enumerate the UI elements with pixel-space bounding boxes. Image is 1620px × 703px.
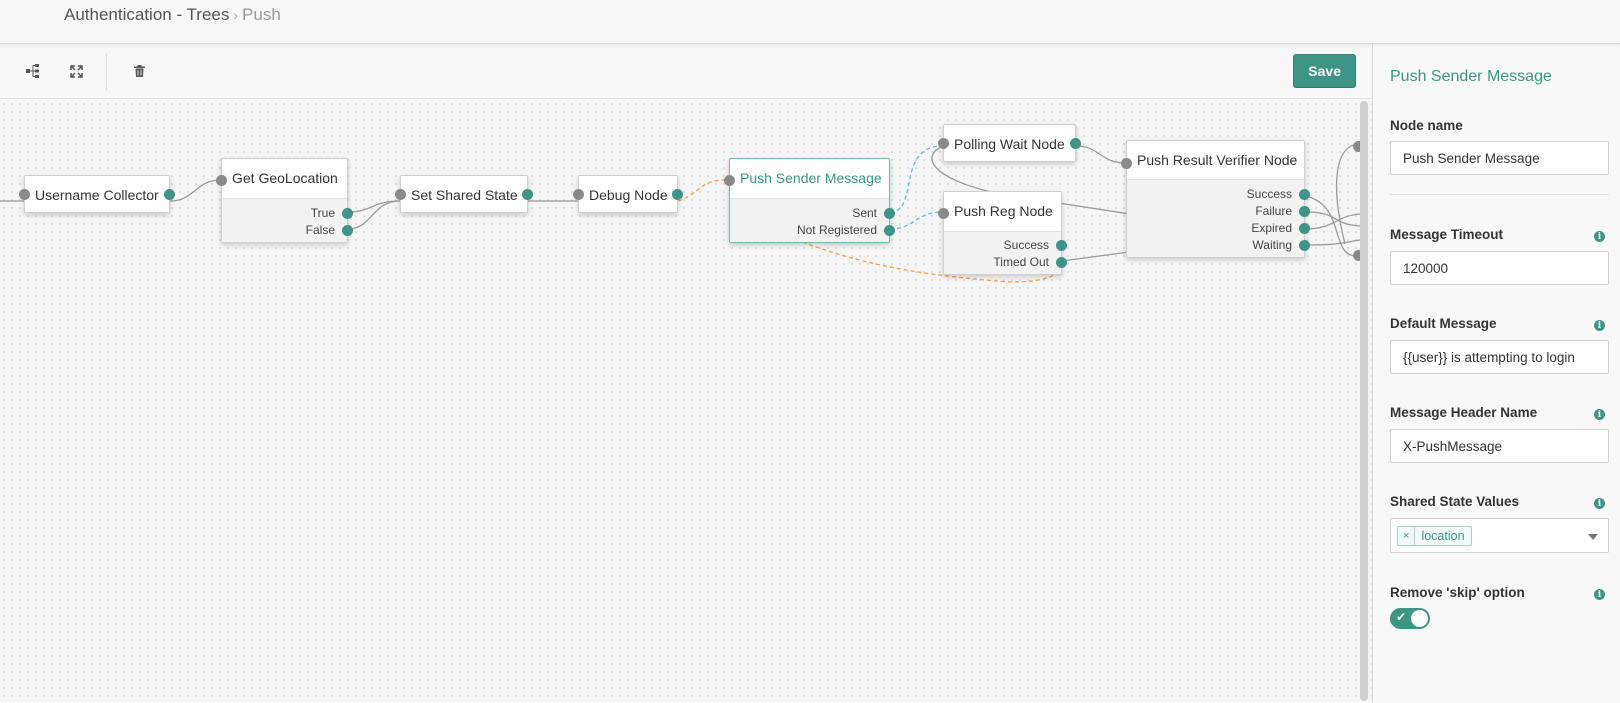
info-icon[interactable]: i (1594, 231, 1605, 242)
input-port[interactable] (1121, 158, 1132, 169)
edge-offscreen-1 (1336, 143, 1361, 245)
message-timeout-label: Message Timeout (1390, 227, 1504, 242)
output-port[interactable] (672, 189, 683, 200)
output-port-waiting[interactable] (1299, 240, 1310, 251)
node-set-shared-state[interactable]: Set Shared State (395, 175, 533, 213)
canvas-scrollbar[interactable] (1360, 101, 1368, 701)
edge-verifier-out-4 (1304, 239, 1361, 246)
outcome-label: True (310, 206, 335, 220)
tree-canvas[interactable]: Save Username Collector Get GeoLocation … (0, 44, 1372, 703)
toggle-knob (1411, 610, 1428, 627)
output-port-failure[interactable] (1299, 206, 1310, 217)
input-port[interactable] (573, 189, 584, 200)
node-title: Username Collector (35, 187, 159, 203)
output-port-timed-out[interactable] (1056, 257, 1067, 268)
message-header-name-input[interactable] (1390, 429, 1609, 463)
output-port-success[interactable] (1056, 240, 1067, 251)
edge-geo-true (347, 200, 401, 213)
node-push-reg[interactable]: Push Reg Node Success Timed Out (938, 191, 1067, 275)
chip-remove-icon[interactable]: × (1398, 527, 1416, 545)
node-push-sender-message[interactable]: Push Sender Message Sent Not Registered (724, 158, 895, 243)
remove-skip-toggle[interactable]: ✔ (1390, 608, 1430, 629)
input-port[interactable] (938, 138, 949, 149)
info-icon[interactable]: i (1594, 409, 1605, 420)
node-username-collector[interactable]: Username Collector (19, 175, 175, 213)
top-bar: Authentication - Trees › Push (0, 0, 1620, 44)
breadcrumb-trees-link[interactable]: Authentication - Trees (64, 5, 229, 24)
output-port-not-registered[interactable] (884, 225, 895, 236)
default-message-input[interactable] (1390, 340, 1609, 374)
message-timeout-input[interactable] (1390, 251, 1609, 285)
node-title: Debug Node (589, 187, 668, 203)
node-title: Push Reg Node (954, 203, 1053, 219)
info-icon[interactable]: i (1594, 498, 1605, 509)
message-header-name-label: Message Header Name (1390, 405, 1538, 420)
input-port[interactable] (395, 189, 406, 200)
shared-state-chip: × location (1397, 526, 1472, 546)
edge-username-geo (169, 179, 222, 202)
outcome-label: Expired (1251, 221, 1292, 235)
input-port[interactable] (19, 189, 30, 200)
input-port[interactable] (724, 175, 735, 186)
shared-state-values-label: Shared State Values (1390, 494, 1520, 509)
output-port-sent[interactable] (884, 208, 895, 219)
info-icon[interactable]: i (1594, 320, 1605, 331)
outcome-label: Success (1246, 187, 1292, 201)
remove-skip-label: Remove 'skip' option (1390, 585, 1525, 600)
node-name-label: Node name (1390, 118, 1463, 133)
edge-debug-push (677, 179, 729, 202)
breadcrumb: Authentication - Trees › Push (64, 5, 281, 25)
output-port[interactable] (164, 189, 175, 200)
output-port-success[interactable] (1299, 189, 1310, 200)
edge-verifier-out-1 (1304, 195, 1356, 257)
section-divider (1390, 194, 1609, 195)
outcome-label: Success (1003, 238, 1049, 252)
edge-sent-polling (889, 145, 944, 213)
node-debug[interactable]: Debug Node (573, 175, 683, 213)
edge-notreg-reg (889, 211, 944, 230)
output-port[interactable] (1070, 138, 1081, 149)
output-port-expired[interactable] (1299, 223, 1310, 234)
chip-label: location (1421, 529, 1465, 543)
node-title: Set Shared State (411, 187, 518, 203)
node-properties-panel: Push Sender Message Node name Message Ti… (1372, 44, 1620, 703)
input-port[interactable] (938, 208, 949, 219)
output-port-false[interactable] (342, 225, 353, 236)
shared-state-values-select[interactable]: × location (1390, 518, 1609, 553)
outcome-label: Sent (852, 206, 877, 220)
node-title: Polling Wait Node (954, 136, 1065, 152)
outcome-label: Failure (1255, 204, 1292, 218)
node-polling-wait[interactable]: Polling Wait Node (938, 124, 1081, 162)
node-get-geolocation[interactable]: Get GeoLocation True False (216, 158, 353, 243)
output-port[interactable] (522, 189, 533, 200)
check-icon: ✔ (1396, 610, 1407, 624)
edge-polling-verifier (1075, 145, 1127, 164)
node-title: Push Result Verifier Node (1137, 152, 1298, 168)
outcome-label: Not Registered (796, 223, 877, 237)
outcome-label: False (305, 223, 335, 237)
panel-title: Push Sender Message (1390, 68, 1552, 85)
breadcrumb-separator: › (233, 7, 239, 23)
node-push-result-verifier[interactable]: Push Result Verifier Node Success Failur… (1121, 140, 1310, 258)
info-icon[interactable]: i (1594, 589, 1605, 600)
node-name-input[interactable] (1390, 141, 1609, 175)
node-title: Push Sender Message (740, 170, 882, 186)
chevron-down-icon[interactable] (1588, 534, 1598, 540)
breadcrumb-current: Push (242, 5, 281, 24)
output-port-true[interactable] (342, 208, 353, 219)
node-title: Get GeoLocation (232, 170, 338, 186)
default-message-label: Default Message (1390, 316, 1497, 331)
outcome-label: Waiting (1252, 238, 1292, 252)
outcome-label: Timed Out (993, 255, 1049, 269)
input-port[interactable] (216, 175, 227, 186)
